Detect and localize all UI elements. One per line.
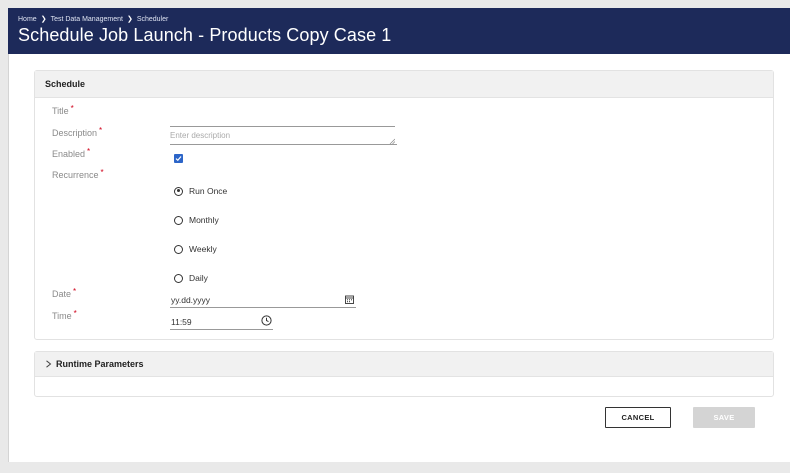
schedule-section-header: Schedule: [35, 71, 773, 98]
cancel-button[interactable]: CANCEL: [605, 407, 671, 428]
radio-selected-icon[interactable]: [174, 186, 183, 196]
description-label: Description *: [52, 126, 103, 138]
radio-icon[interactable]: [174, 273, 183, 283]
main-content: Schedule Title * Description * Enter descr…: [8, 54, 790, 462]
date-placeholder: yy.dd.yyyy: [171, 295, 211, 305]
page-header: Home ❯ Test Data Management ❯ Scheduler …: [8, 8, 790, 54]
schedule-section: Schedule Title * Description * Enter descr…: [34, 70, 774, 340]
calendar-icon[interactable]: [345, 295, 354, 304]
title-label: Title *: [52, 104, 74, 116]
recurrence-option-weekly[interactable]: Weekly: [174, 244, 217, 254]
enabled-label: Enabled *: [52, 147, 91, 159]
recurrence-label: Recurrence *: [52, 168, 104, 180]
breadcrumb-home[interactable]: Home: [18, 16, 37, 23]
breadcrumb: Home ❯ Test Data Management ❯ Scheduler: [18, 15, 169, 24]
title-input[interactable]: [170, 115, 395, 127]
runtime-parameters-header[interactable]: Runtime Parameters: [35, 352, 773, 377]
checkmark-icon: [175, 156, 182, 162]
description-placeholder: Enter description: [170, 131, 231, 140]
clock-icon[interactable]: [261, 315, 272, 326]
enabled-checkbox[interactable]: [174, 154, 183, 163]
recurrence-option-monthly[interactable]: Monthly: [174, 215, 219, 225]
recurrence-option-run-once[interactable]: Run Once: [174, 186, 227, 196]
chevron-right-icon[interactable]: [45, 360, 52, 368]
time-label: Time *: [52, 309, 77, 321]
date-label: Date *: [52, 287, 77, 299]
runtime-parameters-section: Runtime Parameters: [34, 351, 774, 397]
breadcrumb-scheduler[interactable]: Scheduler: [137, 16, 169, 23]
breadcrumb-test-data-management[interactable]: Test Data Management: [51, 16, 123, 23]
schedule-section-title: Schedule: [45, 79, 86, 89]
runtime-parameters-title: Runtime Parameters: [56, 359, 144, 369]
save-button[interactable]: SAVE: [693, 407, 755, 428]
time-value: 11:59: [171, 317, 192, 327]
page-title: Schedule Job Launch - Products Copy Case…: [18, 25, 392, 45]
radio-icon[interactable]: [174, 215, 183, 225]
radio-icon[interactable]: [174, 244, 183, 254]
recurrence-option-daily[interactable]: Daily: [174, 273, 208, 283]
chevron-right-icon: ❯: [126, 16, 133, 23]
chevron-right-icon: ❯: [40, 16, 47, 23]
resize-handle-icon[interactable]: [389, 138, 395, 144]
